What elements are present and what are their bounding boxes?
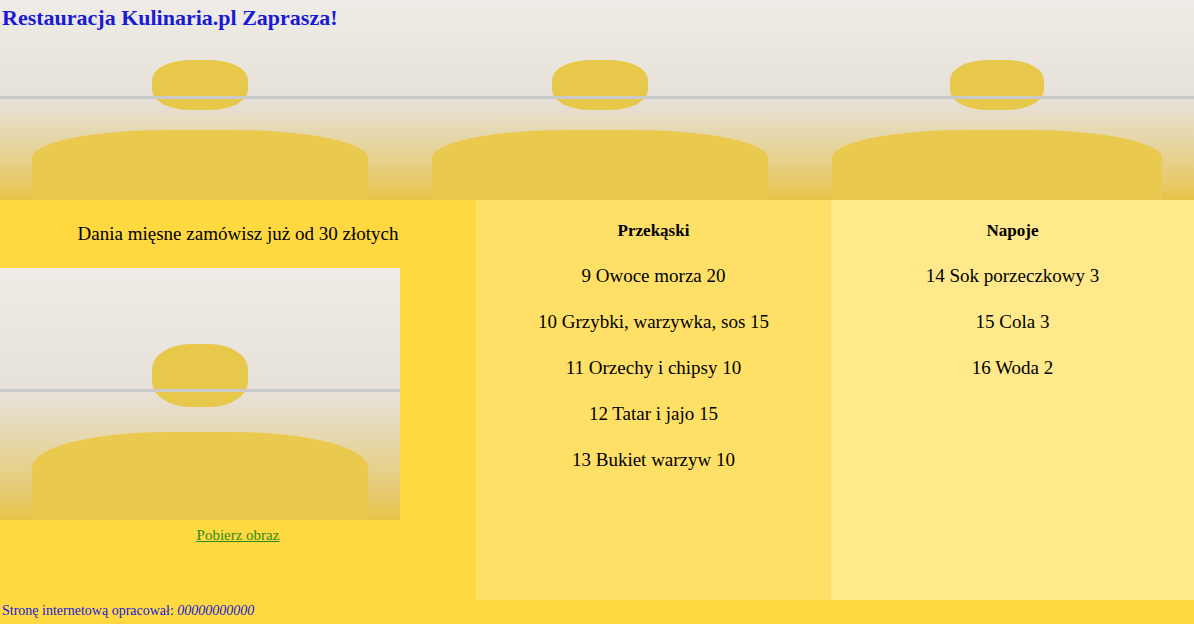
menu-item: 9 Owoce morza 20 — [581, 265, 725, 287]
menu-heading: Przekąski — [618, 221, 690, 241]
menu-item: 13 Bukiet warzyw 10 — [572, 449, 735, 471]
menu-item: 14 Sok porzeczkowy 3 — [926, 265, 1100, 287]
menu-heading: Napoje — [987, 221, 1039, 241]
menu-item: 11 Orzechy i chipsy 10 — [566, 357, 742, 379]
menu-column: Napoje 14 Sok porzeczkowy 3 15 Cola 3 16 Wo… — [831, 200, 1194, 600]
menu-item: 15 Cola 3 — [976, 311, 1050, 333]
download-link[interactable]: Pobierz obraz — [197, 526, 280, 544]
footer-label: Stronę internetową opracował: — [2, 603, 177, 618]
footer-author: 00000000000 — [177, 603, 254, 618]
menu-item: 12 Tatar i jajo 15 — [589, 403, 718, 425]
menu-item: 10 Grzybki, warzywka, sos 15 — [538, 311, 769, 333]
site-title: Restauracja Kulinaria.pl Zaprasza! — [2, 4, 338, 32]
menu-item: 16 Woda 2 — [972, 357, 1054, 379]
content: Dania mięsne zamówisz już od 30 złotych P… — [0, 200, 1194, 600]
dish-photo — [0, 268, 400, 520]
banner-photo — [800, 0, 1194, 200]
banner-photo — [400, 0, 800, 200]
menu-column: Przekąski 9 Owoce morza 20 10 Grzybki, war… — [476, 200, 831, 600]
header: Restauracja Kulinaria.pl Zaprasza! — [0, 0, 1194, 200]
promo-text: Dania mięsne zamówisz już od 30 złotych — [78, 223, 399, 245]
page: Restauracja Kulinaria.pl Zaprasza! Dania … — [0, 0, 1194, 624]
left-column: Dania mięsne zamówisz już od 30 złotych P… — [0, 200, 476, 600]
footer: Stronę internetową opracował: 0000000000… — [0, 600, 1194, 624]
